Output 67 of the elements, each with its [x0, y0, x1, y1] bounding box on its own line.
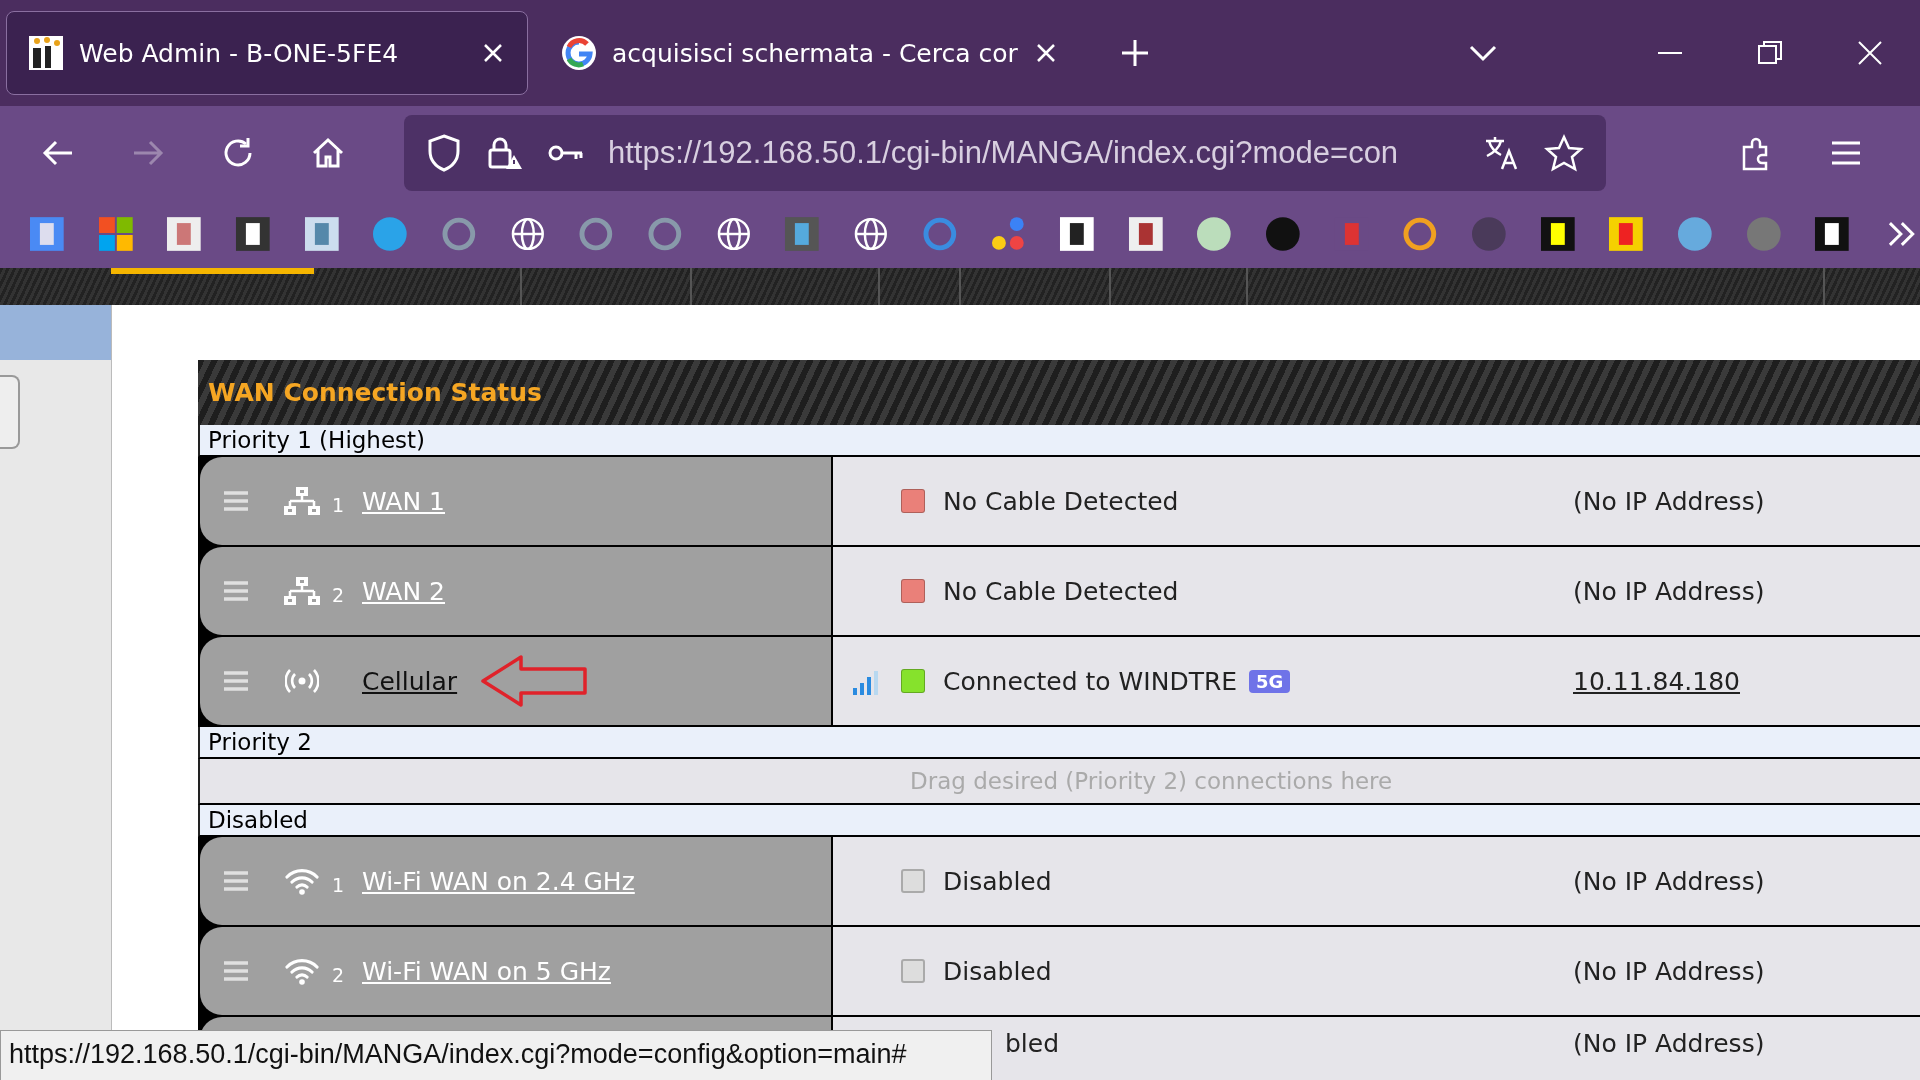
- ip-link[interactable]: 10.11.84.180: [1573, 666, 1740, 696]
- wifi-icon: [285, 957, 319, 985]
- antenna-icon: [285, 669, 319, 693]
- connection-number: 1: [332, 494, 346, 516]
- link-status-tooltip: https://192.168.50.1/cgi-bin/MANGA/index.cgi?mode=config&option=main#: [0, 1030, 992, 1080]
- url-text[interactable]: https://192.168.50.1/cgi-bin/MANGA/index.cgi?mode=con: [608, 135, 1460, 171]
- ip-address: (No IP Address): [1573, 956, 1765, 986]
- drag-handle-icon[interactable]: [224, 960, 248, 982]
- network-icon: [284, 576, 320, 606]
- drag-handle-icon[interactable]: [224, 580, 248, 602]
- group-label: Disabled: [198, 805, 1920, 837]
- bookmark-icon[interactable]: [1538, 215, 1577, 253]
- bookmark-icon[interactable]: [165, 215, 203, 253]
- circle-icon[interactable]: [371, 215, 410, 253]
- connection-number: 2: [332, 964, 346, 986]
- shield-icon[interactable]: [426, 133, 462, 173]
- bookmark-icon[interactable]: [1813, 215, 1852, 253]
- network-icon: [284, 486, 320, 516]
- browser-tab[interactable]: Web Admin - B-ONE-5FE4: [6, 11, 528, 95]
- connection-number: 1: [332, 874, 346, 896]
- drag-handle-icon[interactable]: [224, 490, 248, 512]
- checkbox[interactable]: [901, 959, 925, 983]
- drag-handle-icon[interactable]: [224, 870, 248, 892]
- connection-number: 2: [332, 584, 346, 606]
- checkbox[interactable]: [901, 869, 925, 893]
- connection-handle[interactable]: Cellular: [200, 637, 833, 725]
- wifi-icon: [285, 867, 319, 895]
- favicon-icon: [27, 34, 65, 72]
- status-text: Disabled: [943, 956, 1052, 986]
- connection-link[interactable]: Cellular: [362, 666, 458, 696]
- status-text: Connected to WINDTRE: [943, 666, 1238, 696]
- connection-link[interactable]: WAN 1: [362, 486, 445, 516]
- bookmark-icon[interactable]: [1126, 215, 1165, 253]
- bookmark-icon[interactable]: [234, 215, 272, 253]
- connection-link[interactable]: WAN 2: [362, 576, 445, 606]
- ring-icon[interactable]: [440, 215, 478, 253]
- globe-icon[interactable]: [852, 215, 890, 253]
- grid-icon[interactable]: [96, 215, 135, 253]
- ip-address: (No IP Address): [1573, 486, 1765, 516]
- drag-handle-icon[interactable]: [224, 670, 248, 692]
- group-label: Priority 1 (Highest): [198, 425, 1920, 457]
- status-text: bled: [1005, 1029, 1060, 1058]
- circle-icon[interactable]: [1676, 215, 1714, 253]
- panel-title: WAN Connection Status: [198, 360, 1920, 425]
- favicon-icon: [560, 34, 598, 72]
- drop-zone-hint: Drag desired (Priority 2) connections here: [198, 759, 1920, 805]
- circle-icon[interactable]: [1195, 215, 1234, 253]
- connection-handle[interactable]: 1 Wi-Fi WAN on 2.4 GHz: [200, 837, 833, 925]
- bookmark-icon[interactable]: [1058, 215, 1096, 253]
- status-text: No Cable Detected: [943, 486, 1179, 516]
- status-text: Disabled: [943, 866, 1052, 896]
- status-text: No Cable Detected: [943, 576, 1179, 606]
- star-icon[interactable]: [1544, 133, 1584, 173]
- ring-icon[interactable]: [646, 215, 684, 253]
- group-label: Priority 2: [198, 727, 1920, 759]
- connection-link[interactable]: Wi-Fi WAN on 2.4 GHz: [362, 866, 635, 896]
- connection-handle[interactable]: 2 WAN 2: [200, 547, 833, 635]
- ip-address: (No IP Address): [1573, 866, 1765, 896]
- ip-address: (No IP Address): [1573, 576, 1765, 606]
- ip-address: (No IP Address): [1573, 1029, 1765, 1058]
- connection-link[interactable]: Wi-Fi WAN on 5 GHz: [362, 956, 611, 986]
- connection-handle[interactable]: 2 Wi-Fi WAN on 5 GHz: [200, 927, 833, 1015]
- connection-handle[interactable]: 1 WAN 1: [200, 457, 833, 545]
- circle-icon[interactable]: [1264, 215, 1302, 253]
- network-badge: 5G: [1249, 669, 1291, 693]
- address-bar[interactable]: https://192.168.50.1/cgi-bin/MANGA/index.cgi?mode=con: [404, 115, 1606, 191]
- browser-tab[interactable]: acquisisci schermata - Cerca cor: [540, 11, 1080, 95]
